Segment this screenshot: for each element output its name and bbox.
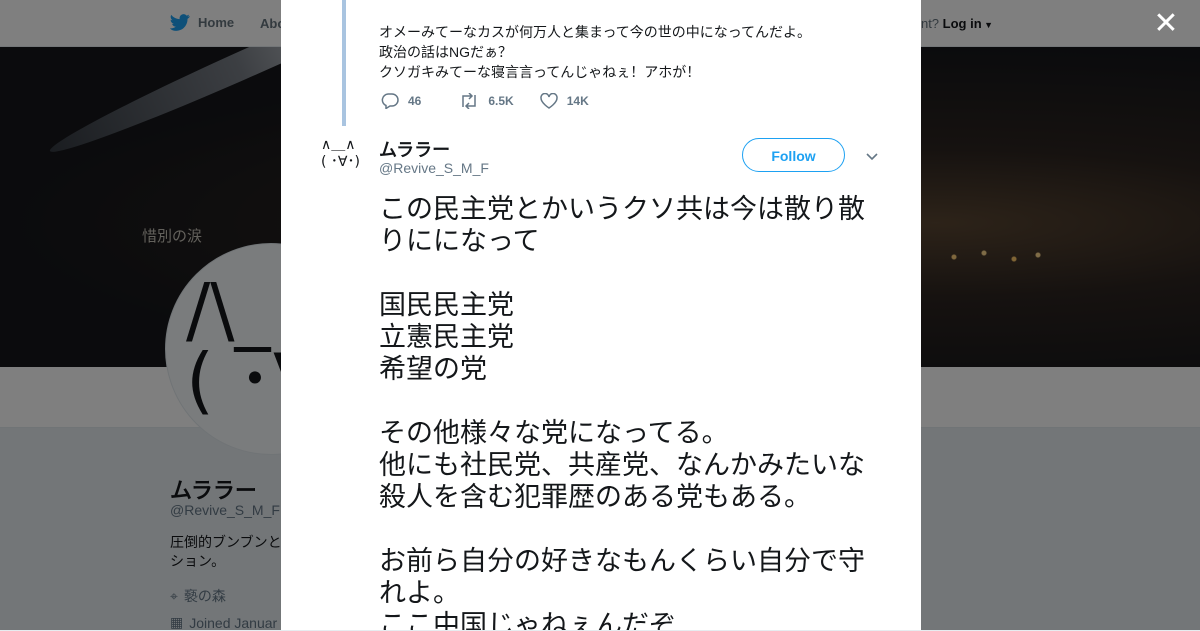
chevron-down-icon[interactable] xyxy=(865,150,879,164)
tweet-author-handle[interactable]: @Revive_S_M_F xyxy=(379,160,489,176)
parent-tweet-actions: 46 6.5K 14K xyxy=(381,93,615,109)
author-avatar-line: ( ･∀･) xyxy=(321,154,360,170)
retweet-count: 6.5K xyxy=(488,94,514,108)
tweet-line: 国民民主党 xyxy=(379,290,514,321)
tweet-line-blank xyxy=(379,258,889,290)
tweet-line: ここ中国じゃねぇんだぞ xyxy=(379,610,676,630)
thread-connector-line xyxy=(342,0,346,126)
tweet-author-name[interactable]: ムララー xyxy=(379,136,450,162)
tweet-line: れよ。 xyxy=(379,578,460,609)
retweet-button[interactable]: 6.5K xyxy=(459,93,514,109)
tweet-line: 希望の党 xyxy=(379,354,487,385)
tweet-line-blank xyxy=(379,386,889,418)
reply-icon xyxy=(381,93,399,109)
tweet-line: 殺人を含む犯罪歴のある党もある。 xyxy=(379,482,811,513)
reply-count: 46 xyxy=(408,94,422,108)
tweet-body-text: この民主党とかいうクソ共は今は散り散 りにになって 国民民主党 立憲民主党 希望… xyxy=(379,194,889,630)
tweet-line: りにになって xyxy=(379,226,540,257)
parent-tweet-line: クソガキみてーな寝言言ってんじゃねぇ！アホが！ xyxy=(379,64,701,80)
heart-icon xyxy=(539,93,558,109)
parent-tweet-line: オメーみてーなカスが何万人と集まって今の世の中になってんだよ。 xyxy=(379,24,812,40)
tweet-line: 立憲民主党 xyxy=(379,322,514,353)
parent-tweet-line: 政治の話はNGだぁ？ xyxy=(379,44,512,60)
like-button[interactable]: 14K xyxy=(539,93,589,109)
author-avatar-line: ∧＿∧ xyxy=(321,137,356,153)
tweet-line: その他様々な党になってる。 xyxy=(379,418,729,449)
tweet-line: お前ら自分の好きなもんくらい自分で守 xyxy=(379,546,865,577)
close-icon[interactable]: ✕ xyxy=(1152,9,1180,39)
tweet-line-blank xyxy=(379,514,889,546)
tweet-line: この民主党とかいうクソ共は今は散り散 xyxy=(379,194,865,225)
reply-button[interactable]: 46 xyxy=(381,93,421,109)
tweet-line: 他にも社民党、共産党、なんかみたいな xyxy=(379,450,865,481)
tweet-author-avatar[interactable]: ∧＿∧ ( ･∀･) xyxy=(321,138,369,174)
parent-tweet-text: オメーみてーなカスが何万人と集まって今の世の中になってんだよ。 政治の話はNGだ… xyxy=(379,22,811,82)
tweet-modal: オメーみてーなカスが何万人と集まって今の世の中になってんだよ。 政治の話はNGだ… xyxy=(281,0,921,630)
like-count: 14K xyxy=(566,94,589,108)
retweet-icon xyxy=(462,93,477,109)
follow-button[interactable]: Follow xyxy=(742,138,845,172)
